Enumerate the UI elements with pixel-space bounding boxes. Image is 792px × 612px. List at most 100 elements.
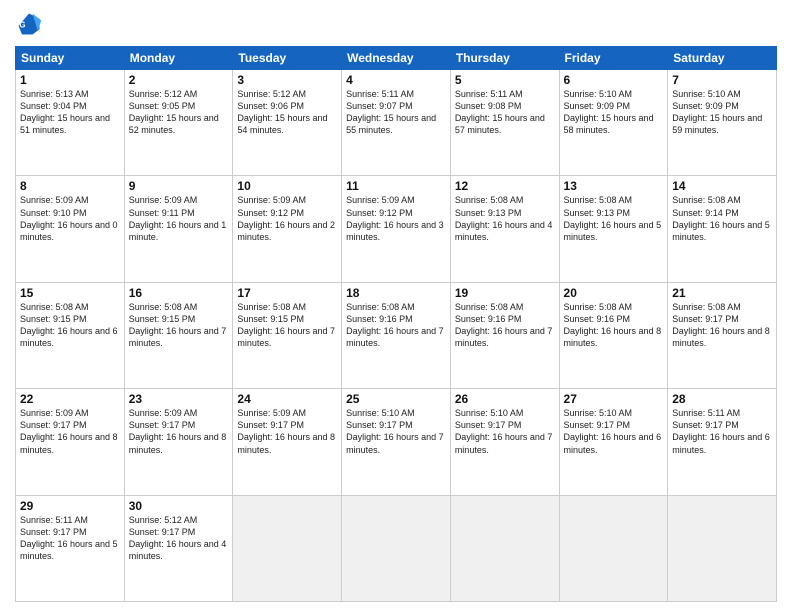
day-number: 25 [346,392,446,406]
day-info: Sunrise: 5:08 AMSunset: 9:16 PMDaylight:… [346,301,446,350]
day-info: Sunrise: 5:11 AMSunset: 9:17 PMDaylight:… [20,514,120,563]
day-number: 17 [237,286,337,300]
calendar-cell: 26 Sunrise: 5:10 AMSunset: 9:17 PMDaylig… [450,389,559,495]
day-info: Sunrise: 5:08 AMSunset: 9:16 PMDaylight:… [455,301,555,350]
day-info: Sunrise: 5:09 AMSunset: 9:10 PMDaylight:… [20,194,120,243]
logo: G [15,10,47,38]
day-info: Sunrise: 5:09 AMSunset: 9:17 PMDaylight:… [237,407,337,456]
day-info: Sunrise: 5:12 AMSunset: 9:17 PMDaylight:… [129,514,229,563]
day-info: Sunrise: 5:08 AMSunset: 9:15 PMDaylight:… [20,301,120,350]
day-info: Sunrise: 5:08 AMSunset: 9:14 PMDaylight:… [672,194,772,243]
calendar-cell: 28 Sunrise: 5:11 AMSunset: 9:17 PMDaylig… [668,389,777,495]
calendar-cell: 22 Sunrise: 5:09 AMSunset: 9:17 PMDaylig… [16,389,125,495]
calendar-cell: 14 Sunrise: 5:08 AMSunset: 9:14 PMDaylig… [668,176,777,282]
calendar-cell: 27 Sunrise: 5:10 AMSunset: 9:17 PMDaylig… [559,389,668,495]
calendar-cell: 15 Sunrise: 5:08 AMSunset: 9:15 PMDaylig… [16,282,125,388]
day-info: Sunrise: 5:08 AMSunset: 9:17 PMDaylight:… [672,301,772,350]
day-number: 11 [346,179,446,193]
header: G [15,10,777,38]
day-number: 20 [564,286,664,300]
header-row: SundayMondayTuesdayWednesdayThursdayFrid… [16,47,777,70]
day-info: Sunrise: 5:11 AMSunset: 9:08 PMDaylight:… [455,88,555,137]
calendar-cell: 25 Sunrise: 5:10 AMSunset: 9:17 PMDaylig… [342,389,451,495]
day-number: 1 [20,73,120,87]
calendar-cell: 8 Sunrise: 5:09 AMSunset: 9:10 PMDayligh… [16,176,125,282]
day-info: Sunrise: 5:10 AMSunset: 9:17 PMDaylight:… [455,407,555,456]
day-number: 14 [672,179,772,193]
day-info: Sunrise: 5:08 AMSunset: 9:13 PMDaylight:… [455,194,555,243]
calendar-cell: 16 Sunrise: 5:08 AMSunset: 9:15 PMDaylig… [124,282,233,388]
day-number: 22 [20,392,120,406]
day-info: Sunrise: 5:08 AMSunset: 9:13 PMDaylight:… [564,194,664,243]
calendar-cell: 3 Sunrise: 5:12 AMSunset: 9:06 PMDayligh… [233,70,342,176]
calendar-cell [559,495,668,601]
day-info: Sunrise: 5:09 AMSunset: 9:17 PMDaylight:… [129,407,229,456]
day-info: Sunrise: 5:10 AMSunset: 9:09 PMDaylight:… [672,88,772,137]
col-header-friday: Friday [559,47,668,70]
day-info: Sunrise: 5:08 AMSunset: 9:16 PMDaylight:… [564,301,664,350]
day-info: Sunrise: 5:10 AMSunset: 9:09 PMDaylight:… [564,88,664,137]
calendar-cell: 2 Sunrise: 5:12 AMSunset: 9:05 PMDayligh… [124,70,233,176]
calendar-cell: 5 Sunrise: 5:11 AMSunset: 9:08 PMDayligh… [450,70,559,176]
day-info: Sunrise: 5:09 AMSunset: 9:17 PMDaylight:… [20,407,120,456]
calendar-cell [668,495,777,601]
day-number: 10 [237,179,337,193]
day-info: Sunrise: 5:11 AMSunset: 9:07 PMDaylight:… [346,88,446,137]
day-number: 5 [455,73,555,87]
day-number: 4 [346,73,446,87]
col-header-wednesday: Wednesday [342,47,451,70]
day-info: Sunrise: 5:08 AMSunset: 9:15 PMDaylight:… [237,301,337,350]
day-number: 12 [455,179,555,193]
day-number: 7 [672,73,772,87]
day-info: Sunrise: 5:08 AMSunset: 9:15 PMDaylight:… [129,301,229,350]
day-info: Sunrise: 5:13 AMSunset: 9:04 PMDaylight:… [20,88,120,137]
page: G SundayMondayTuesdayWednesdayThursdayFr… [0,0,792,612]
calendar-row-3: 15 Sunrise: 5:08 AMSunset: 9:15 PMDaylig… [16,282,777,388]
calendar-cell: 30 Sunrise: 5:12 AMSunset: 9:17 PMDaylig… [124,495,233,601]
day-number: 2 [129,73,229,87]
calendar-cell: 1 Sunrise: 5:13 AMSunset: 9:04 PMDayligh… [16,70,125,176]
day-info: Sunrise: 5:11 AMSunset: 9:17 PMDaylight:… [672,407,772,456]
day-number: 23 [129,392,229,406]
col-header-tuesday: Tuesday [233,47,342,70]
calendar-cell [342,495,451,601]
calendar-cell: 24 Sunrise: 5:09 AMSunset: 9:17 PMDaylig… [233,389,342,495]
day-number: 30 [129,499,229,513]
calendar-cell: 21 Sunrise: 5:08 AMSunset: 9:17 PMDaylig… [668,282,777,388]
day-number: 9 [129,179,229,193]
logo-icon: G [15,10,43,38]
calendar-cell: 23 Sunrise: 5:09 AMSunset: 9:17 PMDaylig… [124,389,233,495]
calendar-cell: 6 Sunrise: 5:10 AMSunset: 9:09 PMDayligh… [559,70,668,176]
calendar-cell: 20 Sunrise: 5:08 AMSunset: 9:16 PMDaylig… [559,282,668,388]
col-header-thursday: Thursday [450,47,559,70]
day-number: 29 [20,499,120,513]
svg-text:G: G [19,21,25,30]
calendar-cell: 4 Sunrise: 5:11 AMSunset: 9:07 PMDayligh… [342,70,451,176]
calendar-cell [450,495,559,601]
day-info: Sunrise: 5:10 AMSunset: 9:17 PMDaylight:… [564,407,664,456]
calendar-cell [233,495,342,601]
calendar-cell: 7 Sunrise: 5:10 AMSunset: 9:09 PMDayligh… [668,70,777,176]
calendar-cell: 13 Sunrise: 5:08 AMSunset: 9:13 PMDaylig… [559,176,668,282]
day-number: 18 [346,286,446,300]
calendar-row-5: 29 Sunrise: 5:11 AMSunset: 9:17 PMDaylig… [16,495,777,601]
day-number: 8 [20,179,120,193]
day-info: Sunrise: 5:09 AMSunset: 9:12 PMDaylight:… [237,194,337,243]
day-number: 6 [564,73,664,87]
calendar-cell: 29 Sunrise: 5:11 AMSunset: 9:17 PMDaylig… [16,495,125,601]
calendar-cell: 12 Sunrise: 5:08 AMSunset: 9:13 PMDaylig… [450,176,559,282]
day-number: 24 [237,392,337,406]
calendar: SundayMondayTuesdayWednesdayThursdayFrid… [15,46,777,602]
day-number: 19 [455,286,555,300]
day-number: 27 [564,392,664,406]
col-header-sunday: Sunday [16,47,125,70]
day-info: Sunrise: 5:10 AMSunset: 9:17 PMDaylight:… [346,407,446,456]
calendar-row-4: 22 Sunrise: 5:09 AMSunset: 9:17 PMDaylig… [16,389,777,495]
calendar-cell: 19 Sunrise: 5:08 AMSunset: 9:16 PMDaylig… [450,282,559,388]
day-number: 3 [237,73,337,87]
col-header-monday: Monday [124,47,233,70]
day-number: 28 [672,392,772,406]
calendar-cell: 18 Sunrise: 5:08 AMSunset: 9:16 PMDaylig… [342,282,451,388]
calendar-cell: 10 Sunrise: 5:09 AMSunset: 9:12 PMDaylig… [233,176,342,282]
col-header-saturday: Saturday [668,47,777,70]
